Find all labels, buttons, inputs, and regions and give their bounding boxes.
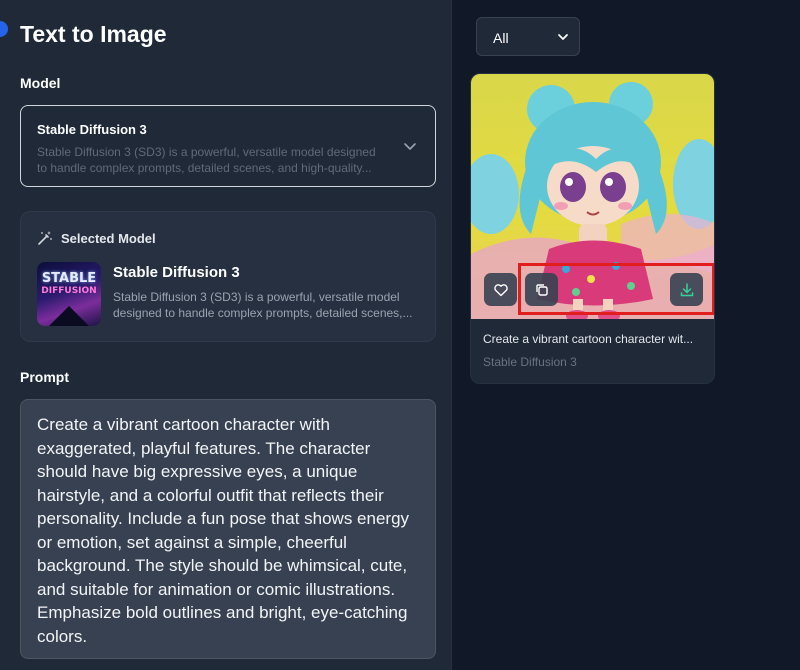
generator-panel: Text to Image Model Stable Diffusion 3 S… (0, 0, 452, 670)
model-label: Model (20, 75, 61, 91)
generated-image[interactable] (471, 74, 714, 319)
image-caption: Create a vibrant cartoon character wit..… (483, 332, 694, 346)
favorite-button[interactable] (484, 273, 517, 306)
filter-value: All (493, 30, 509, 46)
highlight-annotation-box (518, 263, 714, 315)
page-title: Text to Image (20, 21, 167, 47)
magic-wand-icon (38, 231, 52, 245)
model-thumbnail: STABLE DIFFUSION (37, 262, 101, 326)
model-select-name: Stable Diffusion 3 (37, 122, 147, 137)
heart-icon (493, 283, 508, 296)
thumbnail-mountain (49, 306, 89, 326)
selected-model-header: Selected Model (37, 230, 156, 246)
image-model-name: Stable Diffusion 3 (483, 355, 577, 369)
filter-select[interactable]: All (476, 17, 580, 56)
generated-image-card[interactable]: Create a vibrant cartoon character wit..… (470, 73, 715, 384)
selected-model-name: Stable Diffusion 3 (113, 264, 240, 281)
chevron-down-icon (404, 143, 416, 150)
thumbnail-logo-line2: DIFFUSION (41, 286, 97, 296)
model-select-description: Stable Diffusion 3 (SD3) is a powerful, … (37, 145, 376, 175)
selected-model-title: Selected Model (61, 230, 156, 246)
thumbnail-logo-line1: STABLE (41, 271, 97, 286)
prompt-textarea[interactable]: Create a vibrant cartoon character with … (20, 399, 436, 659)
status-dot (0, 21, 8, 37)
model-select[interactable]: Stable Diffusion 3 Stable Diffusion 3 (S… (20, 105, 436, 187)
selected-model-description: Stable Diffusion 3 (SD3) is a powerful, … (113, 290, 413, 320)
selected-model-card: Selected Model STABLE DIFFUSION Stable D… (20, 211, 436, 342)
chevron-down-icon (558, 34, 568, 40)
prompt-label: Prompt (20, 369, 69, 385)
